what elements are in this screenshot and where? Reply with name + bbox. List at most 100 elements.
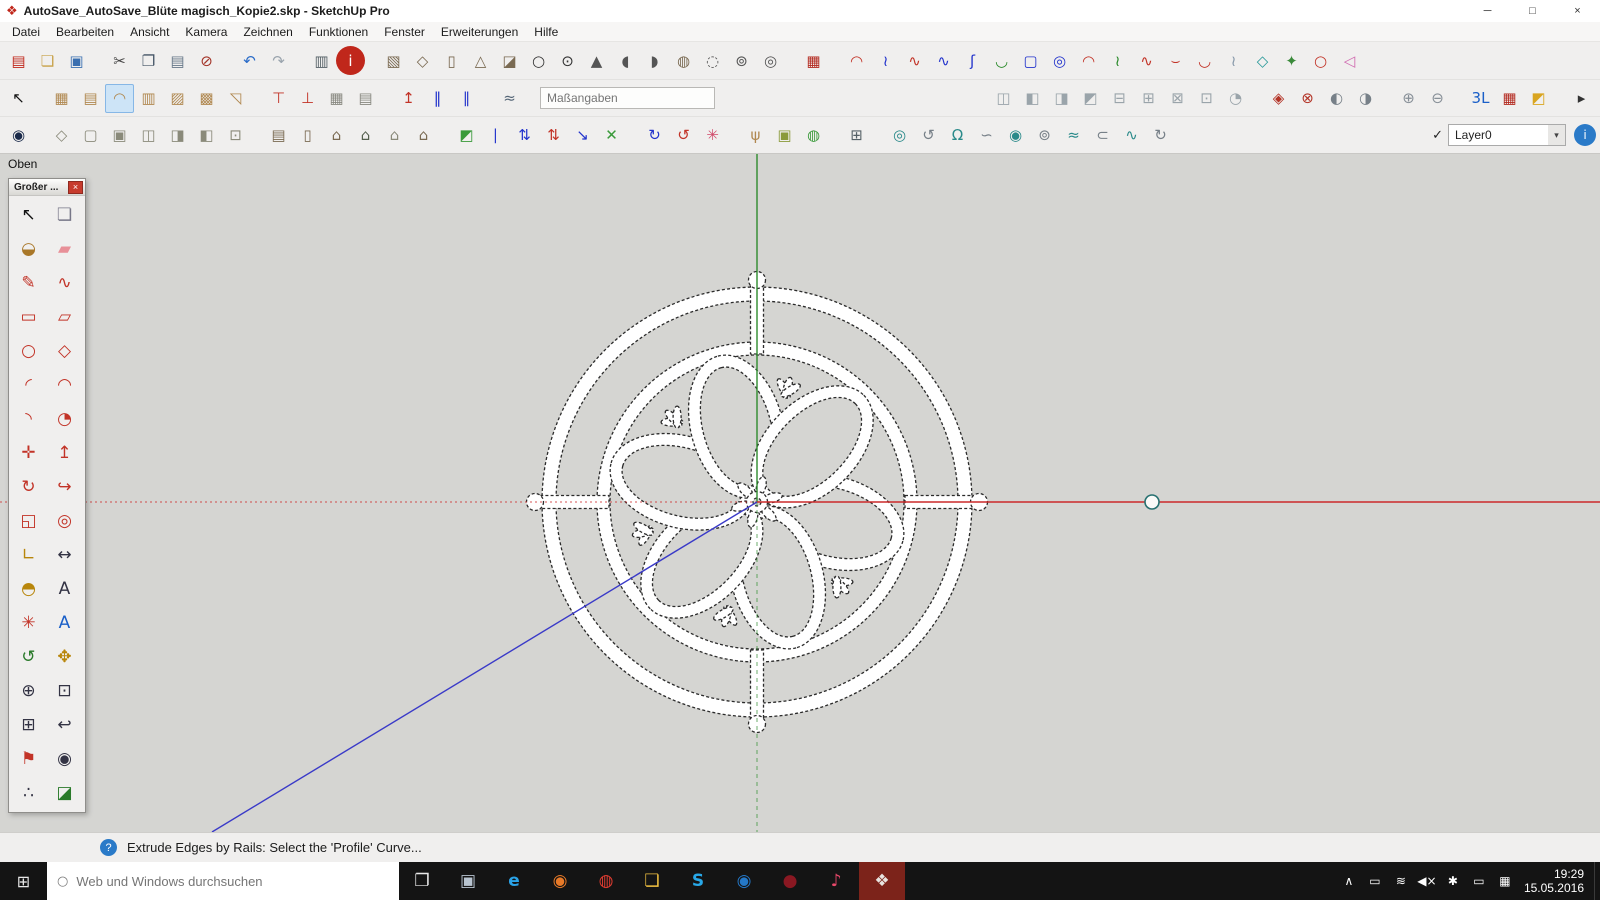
rotate-ccw-button[interactable]: ↺	[669, 121, 698, 150]
pan-tool[interactable]: ✥	[47, 640, 82, 674]
copy-button[interactable]: ❐	[134, 46, 163, 75]
polygon-tool[interactable]: ◇	[47, 334, 82, 368]
teamviewer-icon[interactable]: ◉	[721, 862, 767, 900]
media-player-icon[interactable]: ●	[767, 862, 813, 900]
rotate-cw-button[interactable]: ↻	[640, 121, 669, 150]
house-button[interactable]: ⌂	[322, 121, 351, 150]
shape-half-right-button[interactable]: ◗	[640, 46, 669, 75]
align-b-button[interactable]: ∥	[452, 84, 481, 113]
sandbox-add-detail-button[interactable]: ▩	[192, 84, 221, 113]
minus-tool-button[interactable]: ⊖	[1423, 84, 1452, 113]
component-red-button[interactable]: ▦	[799, 46, 828, 75]
bezier-ellipse-button[interactable]: ○	[1306, 46, 1335, 75]
menu-fenster[interactable]: Fenster	[376, 23, 433, 41]
freehand-tool[interactable]: ∿	[47, 266, 82, 300]
itunes-icon[interactable]: ♪	[813, 862, 859, 900]
view-back-button[interactable]: ◧	[192, 121, 221, 150]
bezier-square-button[interactable]: ▢	[1016, 46, 1045, 75]
sandbox-flip-edge-button[interactable]: ◹	[221, 84, 250, 113]
bezier-curve-button[interactable]: ≀	[871, 46, 900, 75]
tray-chevron-icon[interactable]: ∧	[1336, 862, 1362, 900]
skype-icon[interactable]: S	[675, 862, 721, 900]
menu-bearbeiten[interactable]: Bearbeiten	[48, 23, 122, 41]
zoom-previous-tool[interactable]: ↩	[47, 708, 82, 742]
bezier-arc-button[interactable]: ◠	[842, 46, 871, 75]
rectangle-tool[interactable]: ▭	[11, 300, 46, 334]
shed-button[interactable]: ⌂	[380, 121, 409, 150]
search-input[interactable]	[76, 874, 389, 889]
save-button[interactable]: ▣	[62, 46, 91, 75]
solid-extra-c-button[interactable]: ◔	[1221, 84, 1250, 113]
sandbox-from-scratch-button[interactable]: ▦	[47, 84, 76, 113]
toolbar-overflow-button[interactable]: ▸	[1567, 84, 1596, 113]
palette-header[interactable]: Großer ... ×	[9, 179, 85, 196]
protractor-tool[interactable]: ◓	[11, 572, 46, 606]
bezier-wrench-button[interactable]: ✦	[1277, 46, 1306, 75]
menu-funktionen[interactable]: Funktionen	[301, 23, 376, 41]
shape-prism-button[interactable]: ◇	[408, 46, 437, 75]
keyboard-icon[interactable]: ▦	[1492, 862, 1518, 900]
coil-button[interactable]: ↺	[914, 121, 943, 150]
wave-spiral-button[interactable]: ≈	[1059, 121, 1088, 150]
wifi-icon[interactable]: ≋	[1388, 862, 1414, 900]
half-light-button[interactable]: ◑	[1351, 84, 1380, 113]
task-view-button[interactable]: ❐	[399, 862, 445, 900]
solid-extra-a-button[interactable]: ⊠	[1163, 84, 1192, 113]
mesh-a-button[interactable]: ▦	[322, 84, 351, 113]
sandbox-stamp-button[interactable]: ▥	[134, 84, 163, 113]
menu-zeichnen[interactable]: Zeichnen	[235, 23, 300, 41]
mesh-b-button[interactable]: ▤	[351, 84, 380, 113]
half-dark-button[interactable]: ◐	[1322, 84, 1351, 113]
cylinder-wall-button[interactable]: ▯	[293, 121, 322, 150]
view-front-button[interactable]: ▣	[105, 121, 134, 150]
look-around-tool[interactable]: ◉	[47, 742, 82, 776]
viewport[interactable]: Oben Großer ... × ↖ ❏ ◒ ▰ ✎ ∿	[0, 154, 1600, 832]
two-point-arc-tool[interactable]: ◠	[47, 368, 82, 402]
arrows-red-button[interactable]: ⇅	[539, 121, 568, 150]
zoom-window-tool[interactable]: ⊡	[47, 674, 82, 708]
opera-icon[interactable]: ◍	[583, 862, 629, 900]
line-tool[interactable]: ✎	[11, 266, 46, 300]
rotate-tool[interactable]: ↻	[11, 470, 46, 504]
grid-window-button[interactable]: ⊞	[842, 121, 871, 150]
sandbox-drape-button[interactable]: ▨	[163, 84, 192, 113]
brick-button[interactable]: ▦	[1495, 84, 1524, 113]
sine-button[interactable]: ∿	[1117, 121, 1146, 150]
shape-sphere-button[interactable]: ◍	[669, 46, 698, 75]
offset-tool[interactable]: ◎	[47, 504, 82, 538]
new-button[interactable]: ▤	[4, 46, 33, 75]
helix-button[interactable]: ◎	[885, 121, 914, 150]
walk-tool[interactable]: ∴	[11, 776, 46, 810]
minimize-button[interactable]: ─	[1465, 0, 1510, 22]
battery-icon[interactable]: ▭	[1362, 862, 1388, 900]
product-button[interactable]: ⊗	[1293, 84, 1322, 113]
flower-button[interactable]: ✳	[698, 121, 727, 150]
pie-tool[interactable]: ◔	[47, 402, 82, 436]
view-bottom-button[interactable]: ⊡	[221, 121, 250, 150]
sketchup-taskbar-icon[interactable]: ❖	[859, 862, 905, 900]
wave-tool-button[interactable]: ≈	[495, 84, 524, 113]
paint-bucket-tool[interactable]: ◒	[11, 232, 46, 266]
bezier-wave-button[interactable]: ∿	[929, 46, 958, 75]
swirl-button[interactable]: ↻	[1146, 121, 1175, 150]
3d-letters-button[interactable]: 3L	[1466, 84, 1495, 113]
layers-info-button[interactable]: i	[1574, 124, 1596, 146]
solid-union-button[interactable]: ◨	[1047, 84, 1076, 113]
orbit-tool[interactable]: ↺	[11, 640, 46, 674]
shape-half-left-button[interactable]: ◖	[611, 46, 640, 75]
bezier-spiral-button[interactable]: ◎	[1045, 46, 1074, 75]
eraser-tool[interactable]: ▰	[47, 232, 82, 266]
file-explorer-icon[interactable]: ❏	[629, 862, 675, 900]
shape-cube-button[interactable]: ◪	[495, 46, 524, 75]
line-blue-button[interactable]: ∣	[481, 121, 510, 150]
bezier-c-button[interactable]: ◡	[1190, 46, 1219, 75]
wire-sphere-button[interactable]: ◍	[799, 121, 828, 150]
plus-tool-button[interactable]: ⊕	[1394, 84, 1423, 113]
bezier-n-button[interactable]: ≀	[1103, 46, 1132, 75]
menu-datei[interactable]: Datei	[4, 23, 48, 41]
disc-button[interactable]: ⊚	[1030, 121, 1059, 150]
tape-up-button[interactable]: ⊤	[264, 84, 293, 113]
measurements-input[interactable]	[540, 87, 715, 109]
shape-dotted-sphere-button[interactable]: ⊚	[727, 46, 756, 75]
close-button[interactable]: ×	[1555, 0, 1600, 22]
